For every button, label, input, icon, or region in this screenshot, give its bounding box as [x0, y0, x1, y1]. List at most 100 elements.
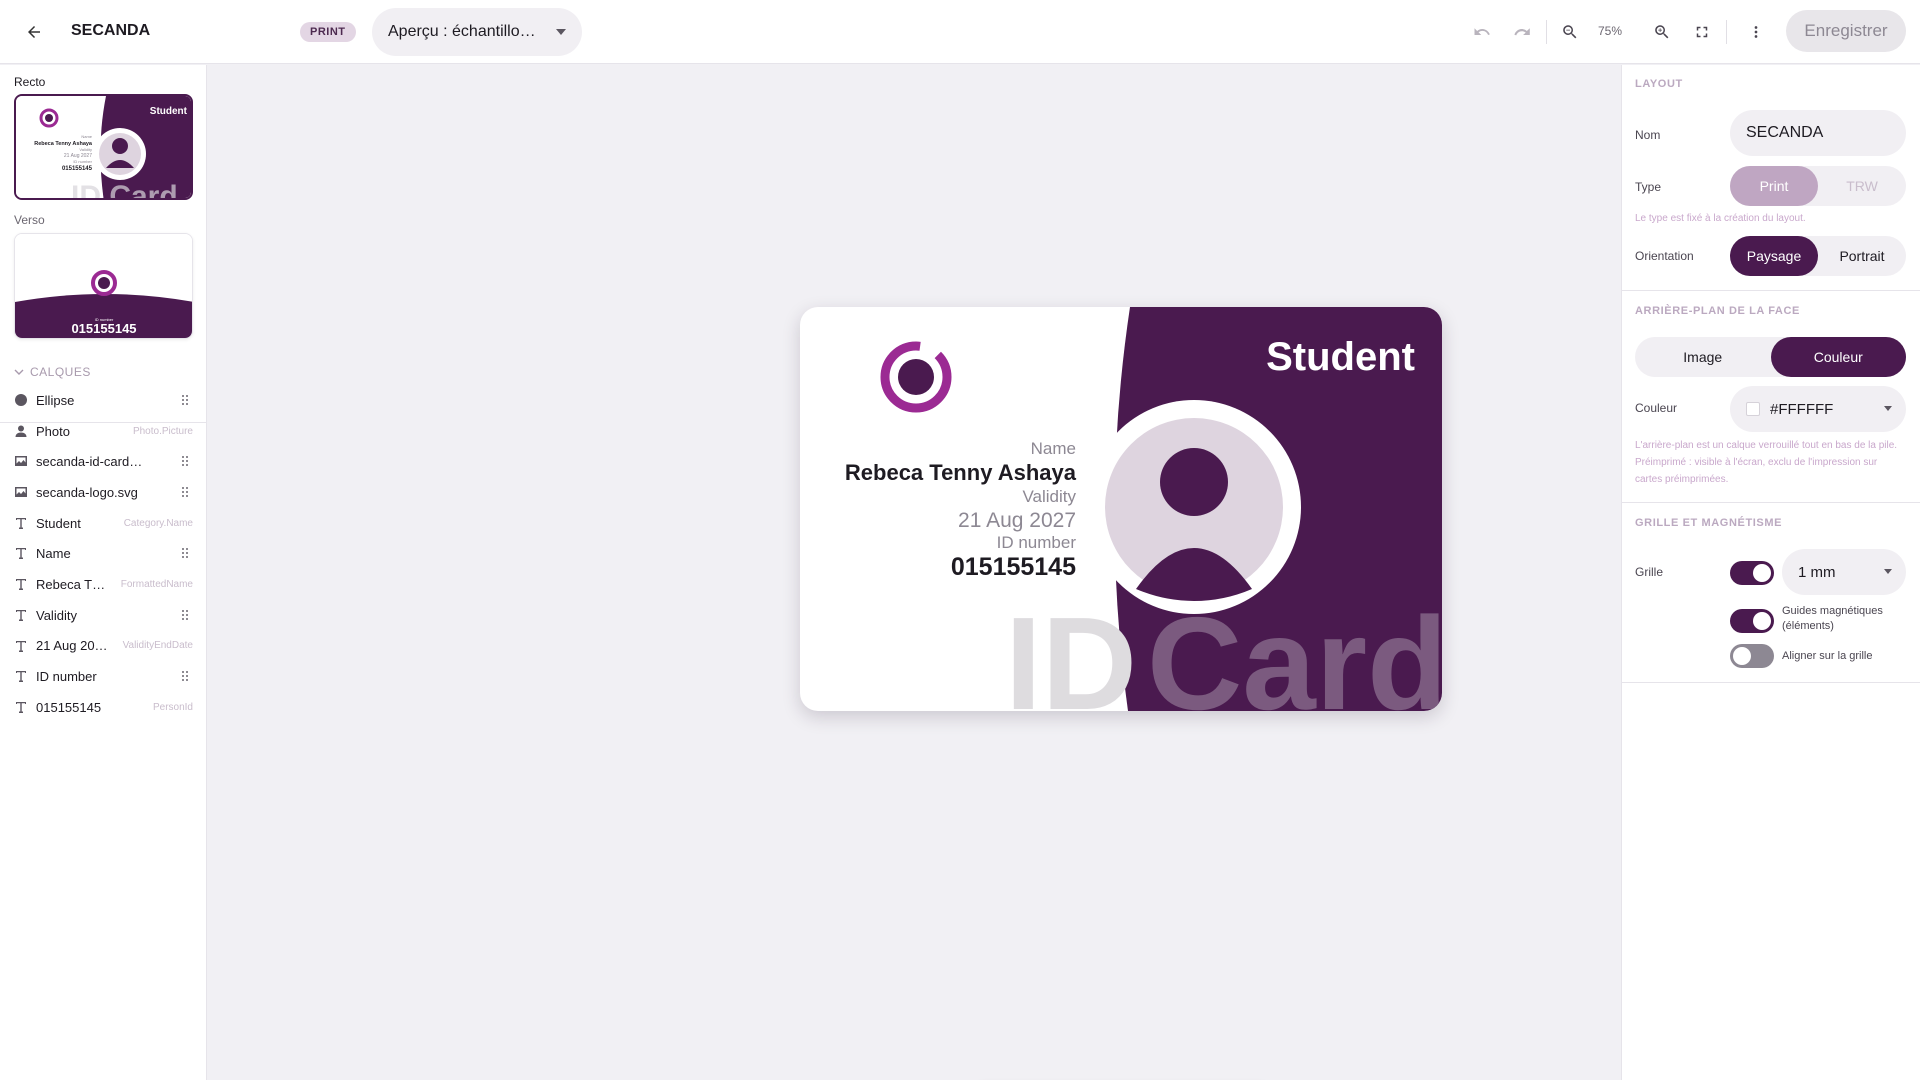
back-arrow-icon[interactable] [18, 16, 50, 48]
image-icon [14, 485, 28, 499]
layer-item[interactable]: ID number [0, 661, 207, 692]
chevron-down-icon [1884, 569, 1892, 574]
layer-item[interactable]: 21 Aug 20… ValidityEndDate [0, 631, 207, 662]
layer-item[interactable]: Name [0, 538, 207, 569]
card-id-label: ID number [997, 533, 1077, 552]
logo-dot-icon [898, 359, 934, 395]
layer-binding-hint: Photo.Picture [132, 425, 193, 437]
layers-header[interactable]: CALQUES [14, 365, 91, 379]
layer-item[interactable]: Validity [0, 600, 207, 631]
undo-icon[interactable] [1466, 16, 1498, 48]
thumb-watermark: ID Card [71, 180, 178, 200]
orientation-option-portrait[interactable]: Portrait [1818, 236, 1906, 276]
zoom-in-icon[interactable] [1646, 16, 1678, 48]
type-note: Le type est fixé à la création du layout… [1635, 213, 1806, 224]
type-label: Type [1635, 180, 1662, 194]
layer-name: 21 Aug 20… [36, 638, 108, 654]
layer-name: Rebeca T… [36, 576, 106, 592]
top-bar: SECANDA PRINT Aperçu : échantillo… 75% E… [0, 0, 1920, 64]
layer-binding-hint: ValidityEndDate [122, 640, 193, 652]
background-option-image[interactable]: Image [1635, 337, 1771, 377]
verso-label: Verso [14, 213, 45, 227]
drag-handle-icon[interactable] [181, 670, 189, 682]
preview-select[interactable]: Aperçu : échantillo… [372, 8, 582, 56]
drag-handle-icon[interactable] [181, 547, 189, 559]
recto-thumbnail-preview: Student Name Rebeca Tenny Ashaya Validit… [16, 96, 191, 200]
card-validity-label: Validity [1022, 487, 1076, 506]
image-icon [14, 454, 28, 468]
card-canvas: ID Card Student Name Rebeca Tenny Ashaya… [845, 307, 1442, 711]
drag-handle-icon[interactable] [181, 394, 189, 406]
text-icon [14, 546, 28, 560]
card-id: 015155145 [951, 553, 1076, 581]
verso-thumbnail-preview: ID number 015155145 [15, 234, 192, 338]
grid-section-title: GRILLE ET MAGNÉTISME [1635, 517, 1783, 529]
grid-size-select[interactable]: 1 mm [1782, 549, 1906, 595]
color-swatch [1746, 402, 1760, 416]
more-vertical-icon[interactable] [1740, 16, 1772, 48]
layer-name: Photo [36, 423, 70, 439]
recto-label: Recto [14, 75, 46, 89]
layer-item[interactable]: 015155145 PersonId [0, 692, 207, 723]
layout-title: SECANDA [71, 22, 151, 39]
layer-item[interactable]: Student Category.Name [0, 508, 207, 539]
fit-screen-icon[interactable] [1686, 16, 1718, 48]
layer-name: Name [36, 546, 71, 562]
guides-toggle[interactable] [1730, 609, 1774, 633]
card-name-label: Name [1031, 439, 1076, 458]
thumb-validity-label: Validity [79, 147, 92, 152]
chevron-down-icon [14, 369, 24, 375]
layer-binding-hint: FormattedName [120, 578, 193, 590]
toggle-knob [1753, 612, 1771, 630]
canvas-area: ID Card Student Name Rebeca Tenny Ashaya… [208, 65, 1620, 1080]
zoom-out-icon[interactable] [1554, 16, 1586, 48]
left-panel: Recto Student Name Rebeca Tenny Ashaya V… [0, 65, 207, 1080]
background-segmented: Image Couleur [1635, 337, 1906, 377]
orientation-label: Orientation [1635, 249, 1694, 263]
thumb-category: Student [150, 106, 188, 117]
layer-name: Student [36, 515, 81, 531]
drag-handle-icon[interactable] [181, 609, 189, 621]
color-select[interactable]: #FFFFFF [1730, 386, 1906, 432]
drag-handle-icon[interactable] [181, 455, 189, 467]
chevron-down-icon [1884, 406, 1892, 411]
layer-name: Validity [36, 607, 77, 623]
layer-item[interactable]: Photo Photo.Picture [0, 416, 207, 447]
chevron-down-icon [556, 29, 566, 35]
layer-item[interactable]: Rebeca T… FormattedName [0, 569, 207, 600]
layer-name: 015155145 [36, 699, 102, 715]
verso-thumbnail[interactable]: ID number 015155145 [14, 233, 193, 339]
layer-item[interactable]: Ellipse [0, 385, 207, 416]
id-card-recto[interactable]: ID Card Student Name Rebeca Tenny Ashaya… [800, 307, 1442, 711]
redo-icon[interactable] [1506, 16, 1538, 48]
layer-binding-hint: PersonId [152, 701, 193, 713]
snap-toggle[interactable] [1730, 644, 1774, 668]
layer-item[interactable]: secanda-id-card-desi… [0, 446, 207, 477]
recto-thumbnail[interactable]: Student Name Rebeca Tenny Ashaya Validit… [14, 94, 193, 200]
drag-handle-icon[interactable] [181, 486, 189, 498]
circle-icon [14, 393, 28, 407]
section-divider [1622, 502, 1920, 503]
text-icon [14, 577, 28, 591]
save-button[interactable]: Enregistrer [1786, 10, 1906, 52]
thumb-id-label: ID number [73, 159, 92, 164]
orientation-option-landscape[interactable]: Paysage [1730, 236, 1818, 276]
text-icon [14, 700, 28, 714]
layer-name: secanda-id-card-desi… [36, 454, 144, 470]
layout-section-title: LAYOUT [1635, 78, 1683, 90]
type-option-print: Print [1730, 166, 1818, 206]
guides-label: Guides magnétiques (éléments) [1782, 605, 1883, 632]
toggle-knob [1753, 564, 1771, 582]
name-label: Nom [1635, 128, 1661, 142]
layer-binding-hint: Category.Name [123, 517, 193, 529]
card-date: 21 Aug 2027 [958, 509, 1076, 532]
name-input[interactable]: SECANDA [1730, 110, 1906, 156]
properties-panel: LAYOUT Nom SECANDA Type Print TRW Le typ… [1621, 65, 1920, 1080]
grid-toggle[interactable] [1730, 561, 1774, 585]
thumb-name-label: Name [81, 134, 92, 139]
color-label: Couleur [1635, 401, 1678, 415]
layer-name: ID number [36, 669, 97, 685]
color-value: #FFFFFF [1770, 400, 1834, 418]
layer-item[interactable]: secanda-logo.svg [0, 477, 207, 508]
background-option-color[interactable]: Couleur [1770, 337, 1906, 377]
